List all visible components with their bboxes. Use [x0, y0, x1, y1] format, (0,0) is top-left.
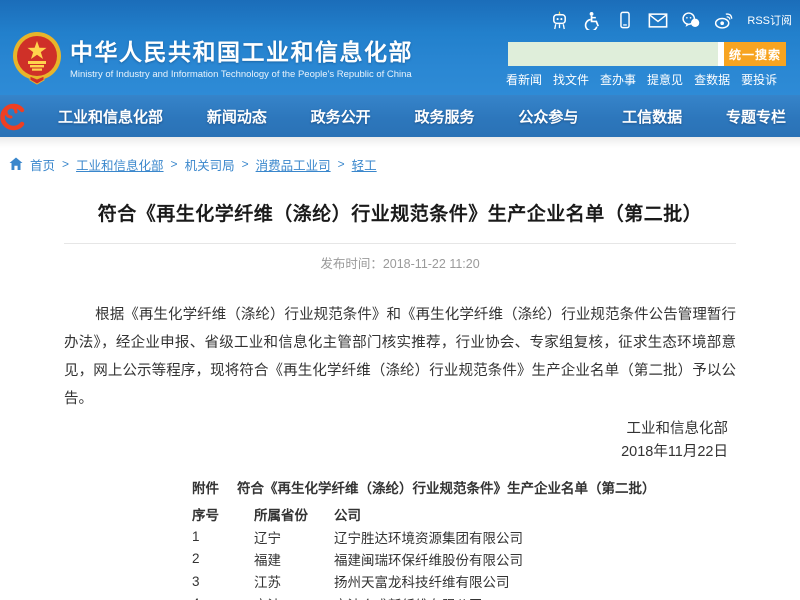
- quick-link-data[interactable]: 查数据: [694, 71, 730, 88]
- table-header-row: 序号 所属省份 公司: [192, 503, 736, 525]
- wechat-icon[interactable]: [681, 10, 701, 30]
- quick-link-files[interactable]: 找文件: [553, 71, 589, 88]
- cell-company: 扬州天富龙科技纤维有限公司: [334, 571, 736, 591]
- article: 符合《再生化学纤维（涤纶）行业规范条件》生产企业名单（第二批） 发布时间：201…: [0, 199, 800, 600]
- breadcrumb-separator: >: [62, 157, 69, 171]
- weibo-icon[interactable]: [714, 10, 734, 30]
- ministry-brand[interactable]: 中华人民共和国工业和信息化部 Ministry of Industry and …: [10, 30, 413, 88]
- breadcrumb-departments[interactable]: 机关司局: [185, 155, 235, 174]
- nav-item-gov-open[interactable]: 政务公开: [311, 106, 371, 127]
- title-divider: [64, 243, 736, 244]
- publish-time-label: 发布时间：: [320, 257, 383, 271]
- nav-item-miit[interactable]: 工业和信息化部: [58, 106, 163, 127]
- search-bar: 统一搜索: [508, 42, 786, 66]
- quick-link-services[interactable]: 查办事: [600, 71, 636, 88]
- table-body: 1 辽宁 辽宁胜达环境资源集团有限公司 2 福建 福建闽瑞环保纤维股份有限公司 …: [192, 525, 736, 600]
- cell-index: 4: [192, 596, 254, 600]
- table-row: 3 江苏 扬州天富龙科技纤维有限公司: [192, 570, 736, 592]
- nav-item-gov-service[interactable]: 政务服务: [414, 106, 474, 127]
- national-emblem-logo: [10, 30, 64, 88]
- col-header-company: 公司: [334, 504, 736, 524]
- rss-subscribe-link[interactable]: RSS订阅: [747, 12, 792, 28]
- quick-link-complaint[interactable]: 要投诉: [741, 71, 777, 88]
- col-header-province: 所属省份: [254, 504, 334, 524]
- nav-item-news[interactable]: 新闻动态: [207, 106, 267, 127]
- article-body: 根据《再生化学纤维（涤纶）行业规范条件》和《再生化学纤维（涤纶）行业规范条件公告…: [64, 301, 736, 413]
- unified-search-button[interactable]: 统一搜索: [724, 42, 786, 66]
- nav-item-participation[interactable]: 公众参与: [518, 106, 578, 127]
- home-icon[interactable]: [9, 157, 23, 171]
- cell-province: 辽宁: [254, 527, 334, 547]
- breadcrumb-miit[interactable]: 工业和信息化部: [76, 155, 164, 174]
- quick-links-bar: 看新闻 找文件 查办事 提意见 查数据 要投诉: [506, 71, 777, 88]
- cell-company: 宁波众盛新纤维有限公司: [334, 594, 736, 600]
- accessibility-icon[interactable]: [582, 10, 602, 30]
- attachment-heading: 附件 符合《再生化学纤维（涤纶）行业规范条件》生产企业名单（第二批）: [192, 477, 736, 497]
- breadcrumb-light-industry[interactable]: 轻工: [352, 155, 377, 174]
- nav-swirl-logo-icon: [0, 102, 28, 132]
- nav-item-topics[interactable]: 专题专栏: [726, 106, 786, 127]
- attachment-label: 附件: [192, 481, 219, 496]
- attachment-section: 附件 符合《再生化学纤维（涤纶）行业规范条件》生产企业名单（第二批） 序号 所属省…: [64, 477, 736, 600]
- company-table: 序号 所属省份 公司 1 辽宁 辽宁胜达环境资源集团有限公司 2 福建 福建闽瑞: [192, 503, 736, 600]
- main-nav: 工业和信息化部 新闻动态 政务公开 政务服务 公众参与 工信数据 专题专栏: [0, 95, 800, 137]
- attachment-title: 符合《再生化学纤维（涤纶）行业规范条件》生产企业名单（第二批）: [237, 481, 656, 496]
- cell-province: 江苏: [254, 571, 334, 591]
- search-input[interactable]: [508, 42, 718, 66]
- cell-company: 辽宁胜达环境资源集团有限公司: [334, 527, 736, 547]
- quick-link-suggest[interactable]: 提意见: [647, 71, 683, 88]
- table-row: 2 福建 福建闽瑞环保纤维股份有限公司: [192, 548, 736, 570]
- signature-date: 2018年11月22日: [64, 441, 728, 464]
- brand-text: 中华人民共和国工业和信息化部 Ministry of Industry and …: [70, 38, 413, 80]
- mail-icon[interactable]: [648, 10, 668, 30]
- site-title: 中华人民共和国工业和信息化部: [70, 38, 413, 66]
- breadcrumb-separator: >: [338, 157, 345, 171]
- publish-time-line: 发布时间：2018-11-22 11:20: [64, 253, 736, 272]
- col-header-index: 序号: [192, 504, 254, 524]
- breadcrumb-separator: >: [171, 157, 178, 171]
- breadcrumb-separator: >: [242, 157, 249, 171]
- breadcrumb: 首页 > 工业和信息化部 > 机关司局 > 消费品工业司 > 轻工: [0, 148, 800, 172]
- table-row: 1 辽宁 辽宁胜达环境资源集团有限公司: [192, 525, 736, 547]
- cell-company: 福建闽瑞环保纤维股份有限公司: [334, 549, 736, 569]
- nav-item-data[interactable]: 工信数据: [622, 106, 682, 127]
- mobile-icon[interactable]: [615, 10, 635, 30]
- site-subtitle-en: Ministry of Industry and Information Tec…: [70, 69, 413, 80]
- cell-index: 2: [192, 551, 254, 566]
- breadcrumb-consumer-goods[interactable]: 消费品工业司: [256, 155, 331, 174]
- site-header: 中华人民共和国工业和信息化部 Ministry of Industry and …: [0, 0, 800, 95]
- breadcrumb-home[interactable]: 首页: [30, 155, 55, 174]
- publish-time-value: 2018-11-22 11:20: [383, 257, 480, 271]
- cell-province: 宁波: [254, 594, 334, 600]
- table-row: 4 宁波 宁波众盛新纤维有限公司: [192, 593, 736, 600]
- cell-index: 3: [192, 574, 254, 589]
- quick-link-news[interactable]: 看新闻: [506, 71, 542, 88]
- signature-block: 工业和信息化部 2018年11月22日: [64, 418, 736, 464]
- nav-shadow-strip: [0, 137, 800, 148]
- robot-assistant-icon[interactable]: [549, 10, 569, 30]
- signature-org: 工业和信息化部: [64, 418, 728, 441]
- header-icon-bar: RSS订阅: [549, 10, 792, 30]
- cell-index: 1: [192, 529, 254, 544]
- cell-province: 福建: [254, 549, 334, 569]
- article-title: 符合《再生化学纤维（涤纶）行业规范条件》生产企业名单（第二批）: [64, 199, 736, 226]
